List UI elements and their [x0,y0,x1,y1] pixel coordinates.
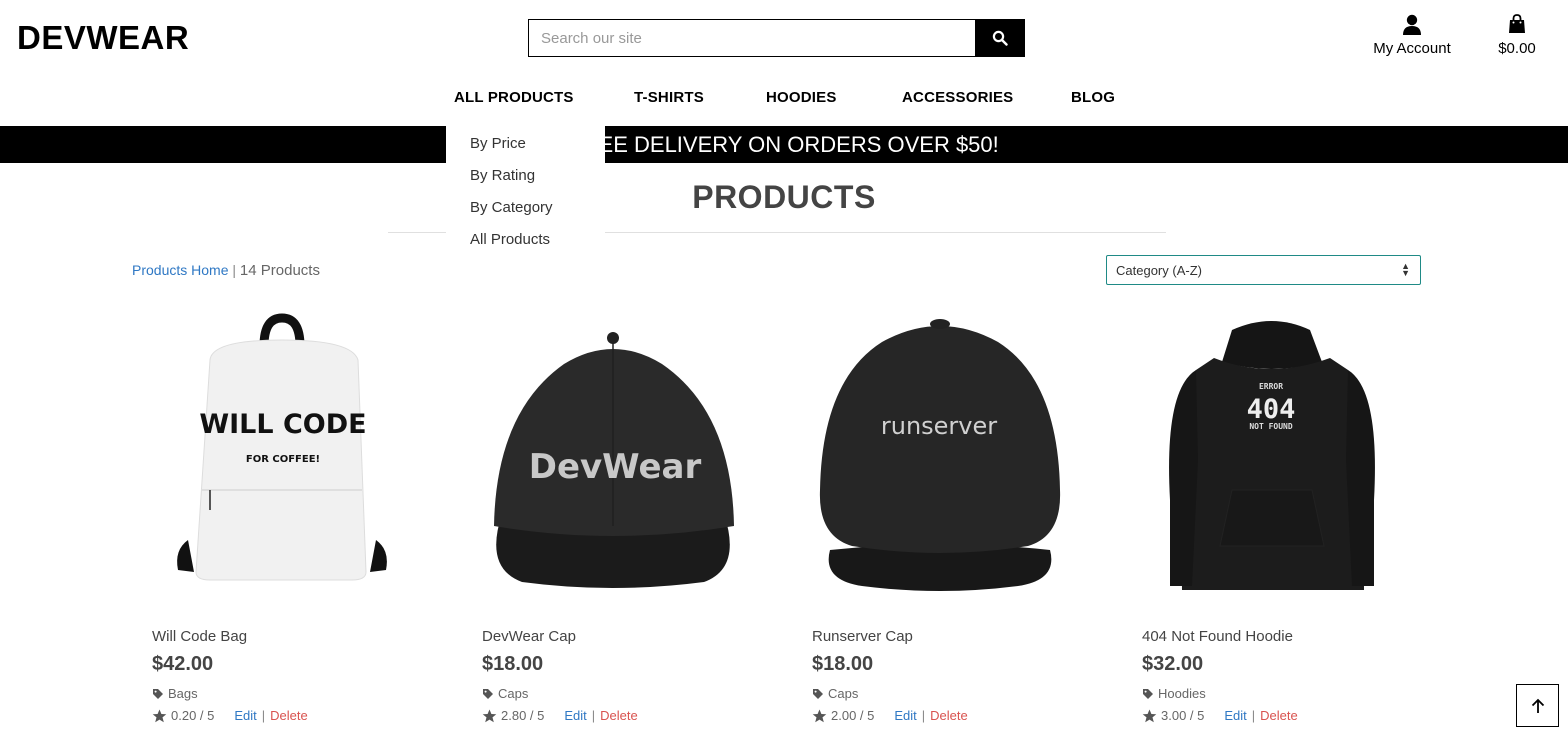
tag-icon [1143,688,1153,699]
brand-logo[interactable]: DEVWEAR [17,19,189,57]
tag-icon [813,688,823,699]
image-text: NOT FOUND [1249,422,1293,431]
product-rating: 2.00 / 5 Edit | Delete [812,708,968,723]
user-icon [1403,14,1421,35]
dropdown-by-price[interactable]: By Price [446,133,605,165]
category-label: Hoodies [1158,686,1206,701]
star-icon [1142,709,1157,722]
category-label: Caps [828,686,859,701]
back-to-top-button[interactable] [1516,684,1559,727]
product-category[interactable]: Bags [152,686,198,701]
star-icon [482,709,497,722]
product-card: ERROR 404 NOT FOUND 404 Not Found Hoodie… [1142,300,1442,723]
delete-link[interactable]: Delete [930,708,968,723]
category-label: Caps [498,686,529,701]
image-text: 404 [1247,394,1296,425]
search-bar [528,19,1025,57]
edit-link[interactable]: Edit [894,708,916,723]
dropdown-by-rating[interactable]: By Rating [446,165,605,197]
image-text: DevWear [529,447,702,487]
cap-image: runserver [819,319,1061,591]
product-card: runserver Runserver Cap $18.00 Caps 2.00… [812,300,1112,723]
product-image[interactable]: ERROR 404 NOT FOUND [1142,300,1442,610]
hoodie-image: ERROR 404 NOT FOUND [1169,321,1375,590]
product-image[interactable]: runserver [812,300,1112,610]
rating-value: 0.20 / 5 [171,708,215,723]
breadcrumb-separator: | [232,262,237,278]
product-rating: 0.20 / 5 Edit | Delete [152,708,308,723]
backpack-image: WILL CODE FOR COFFEE! [177,313,387,581]
image-text: ERROR [1259,382,1283,391]
nav-all-products[interactable]: ALL PRODUCTS [454,89,574,106]
nav-t-shirts[interactable]: T-SHIRTS [634,89,704,106]
cap-image: DevWear [494,332,734,588]
delete-link[interactable]: Delete [600,708,638,723]
sort-selected-value: Category (A-Z) [1116,262,1202,278]
product-price: $42.00 [152,653,214,675]
product-image[interactable]: DevWear [482,300,782,610]
nav-accessories[interactable]: ACCESSORIES [902,89,1013,106]
product-image[interactable]: WILL CODE FOR COFFEE! [152,300,452,610]
product-name[interactable]: DevWear Cap [482,628,576,645]
product-name[interactable]: 404 Not Found Hoodie [1142,628,1293,645]
category-label: Bags [168,686,198,701]
product-price: $18.00 [482,653,544,675]
search-button[interactable] [975,20,1024,56]
product-name[interactable]: Runserver Cap [812,628,913,645]
product-category[interactable]: Caps [812,686,858,701]
delete-link[interactable]: Delete [270,708,308,723]
product-count: 14 Products [239,262,320,279]
edit-link[interactable]: Edit [564,708,586,723]
products-home-link[interactable]: Products Home [132,262,228,278]
search-icon [992,30,1008,46]
sort-arrows-icon: ▲ ▼ [1401,261,1410,278]
image-text: runserver [881,412,997,440]
delete-link[interactable]: Delete [1260,708,1298,723]
tag-icon [153,688,163,699]
delivery-banner-text: FREE DELIVERY ON ORDERS OVER $50! [569,131,999,157]
star-icon [812,709,827,722]
rating-value: 2.00 / 5 [831,708,875,723]
sort-select[interactable]: Category (A-Z) ▲ ▼ [1106,255,1421,285]
star-icon [152,709,167,722]
rating-value: 2.80 / 5 [501,708,545,723]
shopping-bag-icon [1509,14,1525,33]
tag-icon [483,688,493,699]
dropdown-by-category[interactable]: By Category [446,197,605,229]
shopping-bag-link[interactable]: $0.00 [1490,14,1544,57]
image-text: FOR COFFEE! [246,454,320,465]
bag-total: $0.00 [1498,40,1536,57]
product-price: $32.00 [1142,653,1204,675]
my-account-label: My Account [1373,40,1451,57]
product-category[interactable]: Hoodies [1142,686,1206,701]
product-card: WILL CODE FOR COFFEE! Will Code Bag $42.… [152,300,452,723]
product-name[interactable]: Will Code Bag [152,628,247,645]
nav-hoodies[interactable]: HOODIES [766,89,837,106]
product-category[interactable]: Caps [482,686,528,701]
product-rating: 3.00 / 5 Edit | Delete [1142,708,1298,723]
nav-blog[interactable]: BLOG [1071,89,1115,106]
page-title: PRODUCTS [692,179,876,215]
my-account-link[interactable]: My Account [1364,14,1460,57]
edit-link[interactable]: Edit [1224,708,1246,723]
rating-value: 3.00 / 5 [1161,708,1205,723]
arrow-up-icon [1531,698,1544,713]
image-text: WILL CODE [199,409,366,440]
dropdown-all-products[interactable]: All Products [446,229,605,261]
main-nav: ALL PRODUCTS T-SHIRTS HOODIES ACCESSORIE… [0,89,1568,109]
breadcrumb: Products Home | 14 Products [132,262,320,279]
product-rating: 2.80 / 5 Edit | Delete [482,708,638,723]
delivery-banner: FREE DELIVERY ON ORDERS OVER $50! [0,126,1568,163]
all-products-dropdown: By Price By Rating By Category All Produ… [446,126,605,252]
product-card: DevWear DevWear Cap $18.00 Caps 2.80 / 5… [482,300,782,723]
search-input[interactable] [529,20,975,56]
edit-link[interactable]: Edit [234,708,256,723]
product-price: $18.00 [812,653,874,675]
